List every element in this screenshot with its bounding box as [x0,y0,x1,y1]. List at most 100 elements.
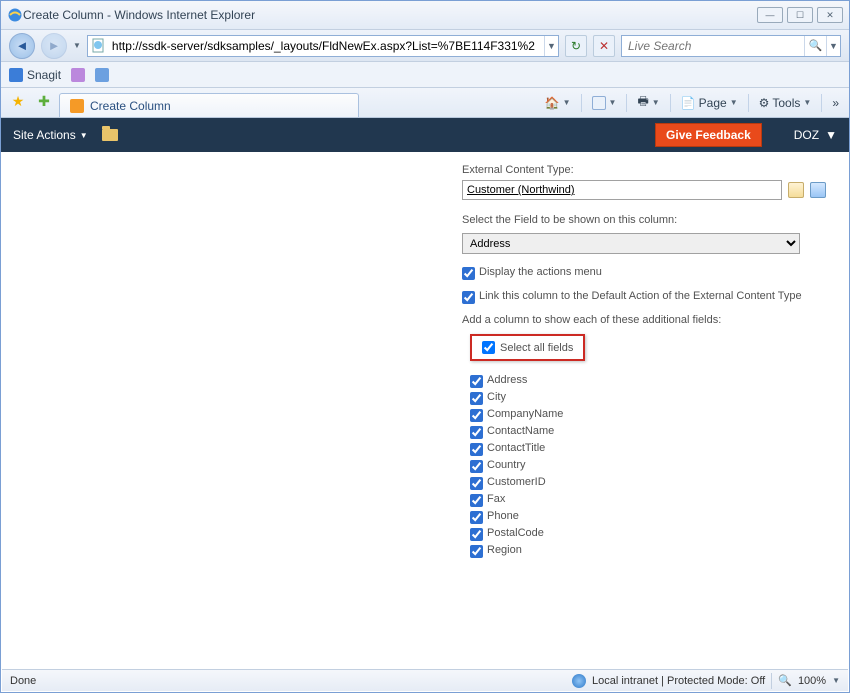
addon-icon-2[interactable] [95,68,109,82]
chevron-down-icon: ▼ [563,98,571,107]
give-feedback-button[interactable]: Give Feedback [655,123,762,147]
field-checkbox[interactable] [470,375,483,388]
separator [771,673,772,689]
favorites-icon[interactable]: ★ [7,92,29,114]
zone-icon [572,674,586,688]
addon-icon-1[interactable] [71,68,85,82]
field-label: Fax [487,493,505,505]
display-actions-label: Display the actions menu [479,266,602,278]
chevron-down-icon: ▼ [730,98,738,107]
overflow-icon[interactable]: » [828,96,843,110]
page-icon [91,38,107,54]
sharepoint-ribbon: Site Actions ▼ Give Feedback DOZ ▼ [1,118,849,152]
display-actions-checkbox[interactable] [462,267,475,280]
field-checkbox[interactable] [470,426,483,439]
field-row: Phone [470,510,826,524]
close-button[interactable]: ✕ [817,7,843,23]
forward-button[interactable]: ► [41,33,67,59]
field-row: CustomerID [470,476,826,490]
add-favorite-icon[interactable]: ✚ [33,92,55,114]
link-default-row: Link this column to the Default Action o… [462,290,826,304]
search-icon[interactable]: 🔍 [804,36,826,56]
external-content-type-input[interactable] [462,180,782,200]
maximize-button[interactable]: ☐ [787,7,813,23]
browse-entity-icon[interactable] [810,182,826,198]
field-select[interactable]: Address [462,233,800,254]
back-button[interactable]: ◄ [9,33,35,59]
field-label: CustomerID [487,476,546,488]
status-right: Local intranet | Protected Mode: Off 🔍 1… [572,673,840,689]
user-label: DOZ [794,128,819,142]
user-menu[interactable]: DOZ ▼ [794,128,837,142]
separator [748,94,749,112]
print-icon: 🖶 [637,92,648,113]
url-dropdown-icon[interactable]: ▼ [544,36,558,56]
external-content-type-row [462,180,826,200]
field-checkbox[interactable] [470,477,483,490]
browse-folder-icon[interactable] [102,129,118,141]
addon-toolbar: Snagit [1,62,849,88]
address-bar[interactable]: ▼ [87,35,559,57]
zoom-level[interactable]: 100% [798,675,826,687]
form-area: External Content Type: Select the Field … [2,152,846,621]
field-checkbox[interactable] [470,443,483,456]
tab-create-column[interactable]: Create Column [59,93,359,117]
additional-fields-label: Add a column to show each of these addit… [462,314,826,326]
page-icon: 📄 [681,96,696,110]
check-entity-icon[interactable] [788,182,804,198]
separator [626,94,627,112]
site-actions-menu[interactable]: Site Actions ▼ [13,128,88,142]
search-dropdown-icon[interactable]: ▼ [826,36,840,56]
url-input[interactable] [110,36,544,56]
field-checkbox[interactable] [470,511,483,524]
page-menu[interactable]: 📄Page▼ [677,96,742,110]
field-checkbox[interactable] [470,409,483,422]
print-button[interactable]: 🖶▼ [633,92,663,113]
snagit-button[interactable]: Snagit [9,68,61,82]
chevron-down-icon[interactable]: ▼ [832,676,840,685]
window-title: Create Column - Windows Internet Explore… [23,8,757,22]
field-checkbox[interactable] [470,494,483,507]
search-input[interactable] [622,36,804,56]
additional-fields-list: AddressCityCompanyNameContactNameContact… [470,374,826,558]
chevron-down-icon: ▼ [652,98,660,107]
tab-row: ★ ✚ Create Column 🏠▼ ▼ 🖶▼ 📄Page▼ ⚙Tools▼… [1,88,849,118]
field-label: PostalCode [487,527,544,539]
link-default-checkbox[interactable] [462,291,475,304]
field-checkbox[interactable] [470,528,483,541]
field-row: City [470,391,826,405]
field-row: ContactTitle [470,442,826,456]
minimize-button[interactable]: — [757,7,783,23]
window-controls: — ☐ ✕ [757,7,843,23]
tools-menu[interactable]: ⚙Tools▼ [755,96,816,110]
field-select-label: Select the Field to be shown on this col… [462,214,826,226]
separator [821,94,822,112]
page-content: External Content Type: Select the Field … [2,152,848,668]
command-bar: 🏠▼ ▼ 🖶▼ 📄Page▼ ⚙Tools▼ » [541,92,843,113]
feeds-icon [592,96,606,110]
field-label: Phone [487,510,519,522]
tab-label: Create Column [90,99,171,113]
select-all-checkbox[interactable] [482,341,495,354]
refresh-button[interactable]: ↻ [565,35,587,57]
content-scroll[interactable]: External Content Type: Select the Field … [2,152,848,668]
separator [670,94,671,112]
search-box[interactable]: 🔍 ▼ [621,35,841,57]
field-row: Fax [470,493,826,507]
field-checkbox[interactable] [470,545,483,558]
chevron-down-icon: ▼ [80,131,88,140]
home-button[interactable]: 🏠▼ [541,96,575,110]
separator [581,94,582,112]
tools-menu-label: Tools [772,96,800,110]
field-checkbox[interactable] [470,460,483,473]
field-select-row: Select the Field to be shown on this col… [462,214,826,254]
stop-button[interactable]: ✕ [593,35,615,57]
history-dropdown-icon[interactable]: ▼ [73,41,81,50]
site-actions-label: Site Actions [13,128,76,142]
chevron-down-icon: ▼ [609,98,617,107]
field-row: CompanyName [470,408,826,422]
link-default-label: Link this column to the Default Action o… [479,290,802,302]
zoom-icon[interactable]: 🔍 [778,674,792,687]
field-checkbox[interactable] [470,392,483,405]
feeds-button[interactable]: ▼ [588,96,621,110]
